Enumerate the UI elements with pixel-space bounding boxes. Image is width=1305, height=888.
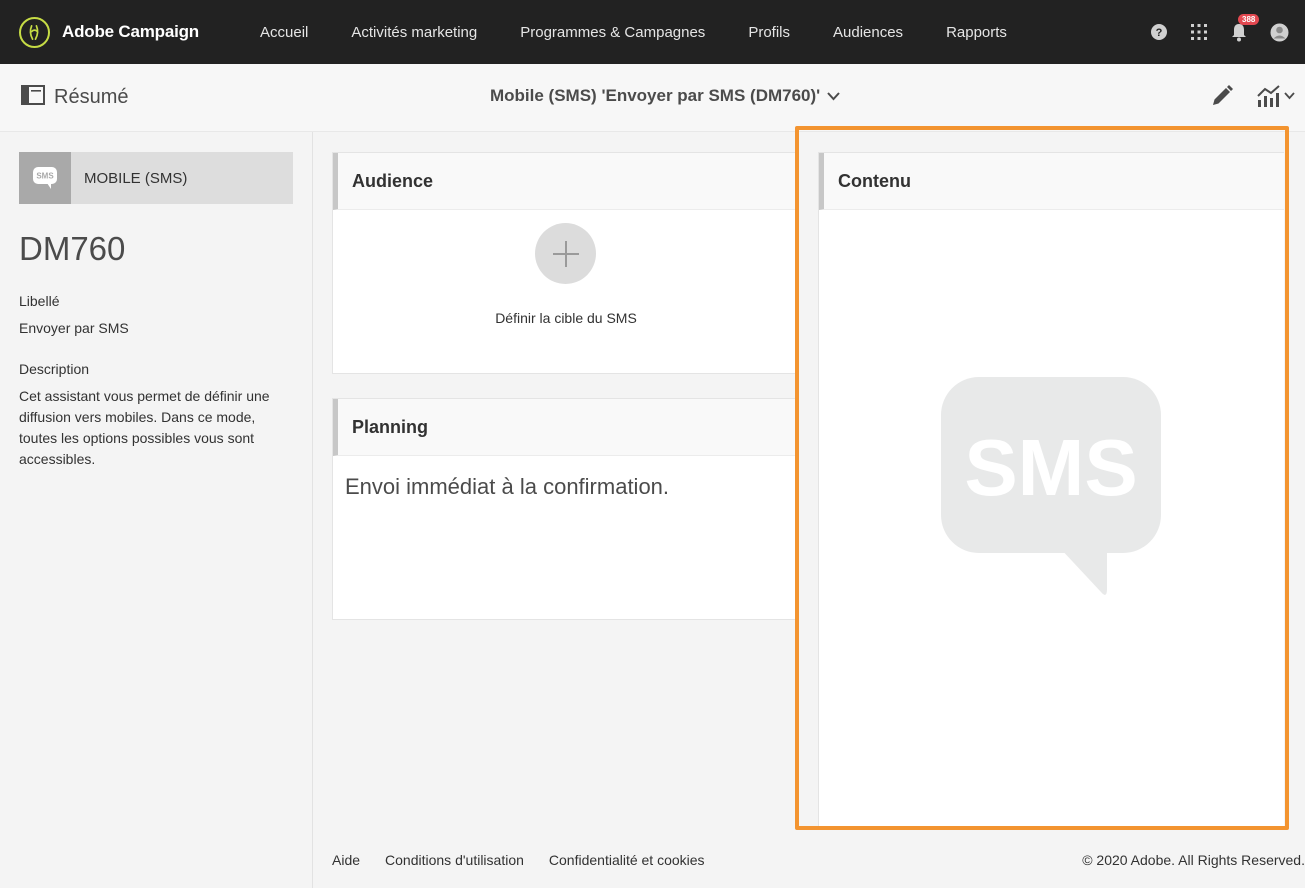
footer-link-aide[interactable]: Aide xyxy=(332,852,360,868)
sms-placeholder-illustration-icon: SMS xyxy=(941,377,1161,604)
footer-link-conditions[interactable]: Conditions d'utilisation xyxy=(385,852,524,868)
edit-pencil-icon[interactable] xyxy=(1210,84,1234,108)
channel-type-box: SMS MOBILE (SMS) xyxy=(19,152,293,204)
nav-item-rapports[interactable]: Rapports xyxy=(946,24,1007,41)
label-caption: Libellé xyxy=(19,293,60,309)
sms-channel-icon: SMS xyxy=(19,152,71,204)
summary-label: Résumé xyxy=(54,86,129,108)
main-nav: Accueil Activités marketing Programmes &… xyxy=(260,0,1050,64)
copyright-text: © 2020 Adobe. All Rights Reserved. xyxy=(1082,852,1305,868)
svg-text:SMS: SMS xyxy=(964,423,1137,512)
top-navigation-bar: Adobe Campaign Accueil Activités marketi… xyxy=(0,0,1305,64)
nav-item-activites-marketing[interactable]: Activités marketing xyxy=(351,24,477,41)
label-value: Envoyer par SMS xyxy=(19,320,129,336)
brand-home-link[interactable]: Adobe Campaign xyxy=(19,16,199,48)
apps-grid-icon[interactable] xyxy=(1190,23,1208,41)
nav-item-accueil[interactable]: Accueil xyxy=(260,24,308,41)
help-icon[interactable]: ? xyxy=(1150,23,1168,41)
delivery-id: DM760 xyxy=(19,230,126,267)
channel-label: MOBILE (SMS) xyxy=(84,169,188,187)
nav-item-programmes-campagnes[interactable]: Programmes & Campagnes xyxy=(520,24,705,41)
app-name: Adobe Campaign xyxy=(62,22,199,41)
chevron-down-icon xyxy=(827,91,840,101)
summary-panel-icon xyxy=(21,85,45,110)
content-card-header: Contenu xyxy=(819,153,1284,210)
define-sms-target-link[interactable]: Définir la cible du SMS xyxy=(333,310,799,326)
description-value: Cet assistant vous permet de définir une… xyxy=(19,388,270,467)
user-avatar-icon[interactable] xyxy=(1270,23,1289,42)
footer-link-confidentialite[interactable]: Confidentialité et cookies xyxy=(549,852,705,868)
planning-card-title: Planning xyxy=(352,416,428,437)
planning-card-header: Planning xyxy=(333,399,798,456)
nav-item-profils[interactable]: Profils xyxy=(748,24,790,41)
svg-text:?: ? xyxy=(1156,27,1163,39)
notification-count-badge: 388 xyxy=(1238,14,1260,25)
delivery-title-text: Mobile (SMS) 'Envoyer par SMS (DM760)' xyxy=(490,86,821,105)
bell-icon[interactable]: 388 xyxy=(1230,14,1260,42)
adobe-campaign-logo-icon xyxy=(19,16,50,48)
nav-item-audiences[interactable]: Audiences xyxy=(833,24,903,41)
audience-card: Audience Définir la cible du SMS xyxy=(332,152,799,374)
reports-chart-dropdown-icon[interactable] xyxy=(1256,84,1295,108)
add-audience-button[interactable] xyxy=(535,223,596,284)
summary-toggle-button[interactable]: Résumé xyxy=(21,85,128,110)
subheader-actions xyxy=(1210,84,1305,108)
nav-right-actions: ? 388 xyxy=(1128,0,1305,64)
summary-side-panel: SMS MOBILE (SMS) DM760 Libellé Envoyer p… xyxy=(0,132,313,888)
delivery-title-dropdown[interactable]: Mobile (SMS) 'Envoyer par SMS (DM760)' xyxy=(490,86,840,106)
footer: Aide Conditions d'utilisation Confidenti… xyxy=(313,832,1305,888)
audience-card-header: Audience xyxy=(333,153,798,210)
audience-card-title: Audience xyxy=(352,170,434,191)
content-card[interactable]: Contenu SMS xyxy=(818,152,1284,830)
planning-card[interactable]: Planning Envoi immédiat à la confirmatio… xyxy=(332,398,799,620)
sub-header: Résumé Mobile (SMS) 'Envoyer par SMS (DM… xyxy=(0,64,1305,132)
planning-summary-text: Envoi immédiat à la confirmation. xyxy=(345,474,670,499)
description-caption: Description xyxy=(19,361,90,377)
svg-text:SMS: SMS xyxy=(36,172,54,181)
plus-icon xyxy=(551,239,581,269)
content-card-title: Contenu xyxy=(838,170,911,191)
